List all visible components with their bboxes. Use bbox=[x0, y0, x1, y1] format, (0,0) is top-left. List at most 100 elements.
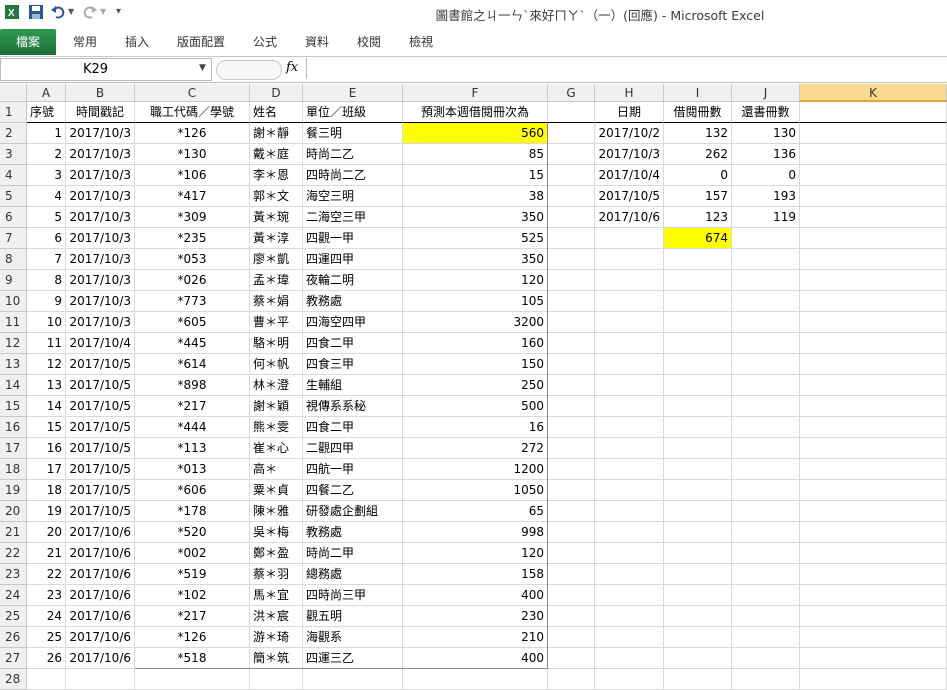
cell-a16[interactable]: 15 bbox=[27, 417, 66, 438]
formula-input[interactable] bbox=[306, 58, 947, 79]
cell-b11[interactable]: 2017/10/3 bbox=[66, 312, 135, 333]
select-all-corner[interactable] bbox=[0, 84, 27, 102]
redo-icon[interactable] bbox=[82, 4, 98, 20]
cell-g17[interactable] bbox=[548, 438, 595, 459]
cell-c24[interactable]: *102 bbox=[135, 585, 250, 606]
cell-g20[interactable] bbox=[548, 501, 595, 522]
row-header[interactable]: 3 bbox=[0, 144, 27, 165]
column-header-g[interactable]: G bbox=[548, 84, 595, 102]
cell-e18[interactable]: 四航一甲 bbox=[303, 459, 403, 480]
cell-g9[interactable] bbox=[548, 270, 595, 291]
cell-g11[interactable] bbox=[548, 312, 595, 333]
save-icon[interactable] bbox=[28, 4, 44, 20]
cell-e24[interactable]: 四時尚三甲 bbox=[303, 585, 403, 606]
cell-j17[interactable] bbox=[732, 438, 800, 459]
cell-f23[interactable]: 158 bbox=[403, 564, 548, 585]
cell-f8[interactable]: 350 bbox=[403, 249, 548, 270]
cell-j27[interactable] bbox=[732, 648, 800, 669]
cell-h16[interactable] bbox=[595, 417, 664, 438]
cell-c28[interactable] bbox=[135, 669, 250, 690]
cell-e20[interactable]: 研發處企劃組 bbox=[303, 501, 403, 522]
cell-f13[interactable]: 150 bbox=[403, 354, 548, 375]
cell-e28[interactable] bbox=[303, 669, 403, 690]
cell-j19[interactable] bbox=[732, 480, 800, 501]
row-header[interactable]: 17 bbox=[0, 438, 27, 459]
cell-e7[interactable]: 四觀一甲 bbox=[303, 228, 403, 249]
cell-d3[interactable]: 戴＊庭 bbox=[250, 144, 303, 165]
cell-b18[interactable]: 2017/10/5 bbox=[66, 459, 135, 480]
cell-d7[interactable]: 黃＊淳 bbox=[250, 228, 303, 249]
cell-e23[interactable]: 總務處 bbox=[303, 564, 403, 585]
cell-c13[interactable]: *614 bbox=[135, 354, 250, 375]
cell-k22[interactable] bbox=[800, 543, 947, 564]
cell-k25[interactable] bbox=[800, 606, 947, 627]
cell-i14[interactable] bbox=[664, 375, 732, 396]
cell-c22[interactable]: *002 bbox=[135, 543, 250, 564]
cell-h6[interactable]: 2017/10/6 bbox=[595, 207, 664, 228]
cell-f4[interactable]: 15 bbox=[403, 165, 548, 186]
cell-b19[interactable]: 2017/10/5 bbox=[66, 480, 135, 501]
cell-j13[interactable] bbox=[732, 354, 800, 375]
cell-c2[interactable]: *126 bbox=[135, 123, 250, 144]
cell-d12[interactable]: 駱＊明 bbox=[250, 333, 303, 354]
cell-k19[interactable] bbox=[800, 480, 947, 501]
cell-h5[interactable]: 2017/10/5 bbox=[595, 186, 664, 207]
cell-d25[interactable]: 洪＊宸 bbox=[250, 606, 303, 627]
cell-i5[interactable]: 157 bbox=[664, 186, 732, 207]
cell-f25[interactable]: 230 bbox=[403, 606, 548, 627]
cell-d2[interactable]: 謝＊靜 bbox=[250, 123, 303, 144]
cell-c15[interactable]: *217 bbox=[135, 396, 250, 417]
tab-home[interactable]: 常用 bbox=[73, 33, 97, 50]
cell-g5[interactable] bbox=[548, 186, 595, 207]
cell-a14[interactable]: 13 bbox=[27, 375, 66, 396]
cell-c7[interactable]: *235 bbox=[135, 228, 250, 249]
cell-a18[interactable]: 17 bbox=[27, 459, 66, 480]
cell-f1[interactable]: 預測本週借閱冊次為 bbox=[403, 102, 548, 123]
row-header[interactable]: 24 bbox=[0, 585, 27, 606]
cell-c27[interactable]: *518 bbox=[135, 648, 250, 669]
cell-b26[interactable]: 2017/10/6 bbox=[66, 627, 135, 648]
cell-i2[interactable]: 132 bbox=[664, 123, 732, 144]
cell-e21[interactable]: 教務處 bbox=[303, 522, 403, 543]
cell-d10[interactable]: 蔡＊娟 bbox=[250, 291, 303, 312]
cell-k13[interactable] bbox=[800, 354, 947, 375]
cell-d18[interactable]: 高＊ bbox=[250, 459, 303, 480]
cell-j16[interactable] bbox=[732, 417, 800, 438]
cell-f6[interactable]: 350 bbox=[403, 207, 548, 228]
cell-d8[interactable]: 廖＊凱 bbox=[250, 249, 303, 270]
cell-a22[interactable]: 21 bbox=[27, 543, 66, 564]
cell-f20[interactable]: 65 bbox=[403, 501, 548, 522]
tab-data[interactable]: 資料 bbox=[305, 33, 329, 50]
cell-a26[interactable]: 25 bbox=[27, 627, 66, 648]
cell-h25[interactable] bbox=[595, 606, 664, 627]
cell-a24[interactable]: 23 bbox=[27, 585, 66, 606]
cell-g13[interactable] bbox=[548, 354, 595, 375]
cell-j21[interactable] bbox=[732, 522, 800, 543]
cell-e12[interactable]: 四食二甲 bbox=[303, 333, 403, 354]
cell-g25[interactable] bbox=[548, 606, 595, 627]
cell-h27[interactable] bbox=[595, 648, 664, 669]
cell-g21[interactable] bbox=[548, 522, 595, 543]
cell-b6[interactable]: 2017/10/3 bbox=[66, 207, 135, 228]
column-header-e[interactable]: E bbox=[303, 84, 403, 102]
cell-h4[interactable]: 2017/10/4 bbox=[595, 165, 664, 186]
cell-i25[interactable] bbox=[664, 606, 732, 627]
cell-a10[interactable]: 9 bbox=[27, 291, 66, 312]
worksheet-grid[interactable]: A B C D E F G H I J K 1 序號 時間戳記 職工代碼／學號 姓名 單位／班級 預測本週借閱冊次… bbox=[0, 84, 947, 690]
cell-j15[interactable] bbox=[732, 396, 800, 417]
cell-g7[interactable] bbox=[548, 228, 595, 249]
cell-b20[interactable]: 2017/10/5 bbox=[66, 501, 135, 522]
cell-b4[interactable]: 2017/10/3 bbox=[66, 165, 135, 186]
cell-d13[interactable]: 何＊帆 bbox=[250, 354, 303, 375]
cell-b13[interactable]: 2017/10/5 bbox=[66, 354, 135, 375]
cell-h15[interactable] bbox=[595, 396, 664, 417]
cell-e13[interactable]: 四食三甲 bbox=[303, 354, 403, 375]
cell-k11[interactable] bbox=[800, 312, 947, 333]
cell-k14[interactable] bbox=[800, 375, 947, 396]
cell-c12[interactable]: *445 bbox=[135, 333, 250, 354]
cell-g6[interactable] bbox=[548, 207, 595, 228]
cell-e2[interactable]: 餐三明 bbox=[303, 123, 403, 144]
cell-e9[interactable]: 夜輪二明 bbox=[303, 270, 403, 291]
cell-j23[interactable] bbox=[732, 564, 800, 585]
cell-a27[interactable]: 26 bbox=[27, 648, 66, 669]
